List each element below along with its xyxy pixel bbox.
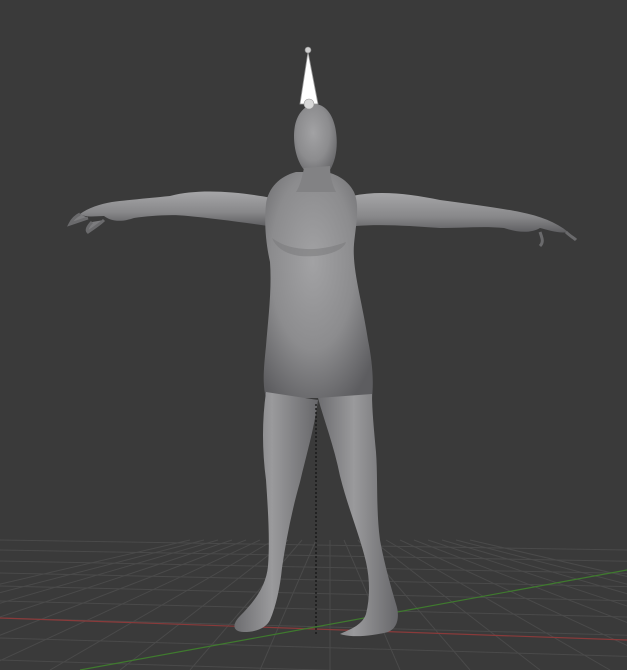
bone-shape — [299, 51, 319, 105]
bone-head-joint — [303, 98, 315, 110]
grid-line — [0, 539, 233, 618]
left-arm — [80, 191, 272, 226]
left-fingers — [67, 212, 106, 234]
grid-line — [0, 617, 627, 636]
right-fingers — [538, 230, 578, 248]
3d-viewport[interactable] — [0, 0, 627, 670]
grid-line — [0, 600, 627, 618]
grid-line — [189, 539, 303, 670]
grid-line — [49, 539, 275, 670]
head — [294, 104, 337, 177]
torso — [263, 172, 373, 398]
viewport-scene[interactable] — [0, 0, 627, 670]
grid-line — [0, 560, 627, 574]
head-bone[interactable] — [299, 46, 319, 110]
x-axis-line — [0, 617, 627, 641]
grid-line — [0, 637, 627, 657]
floor-grid — [0, 539, 627, 670]
neck — [296, 166, 336, 192]
left-leg — [234, 392, 318, 632]
bone-tip — [304, 46, 312, 54]
right-arm — [352, 193, 568, 233]
